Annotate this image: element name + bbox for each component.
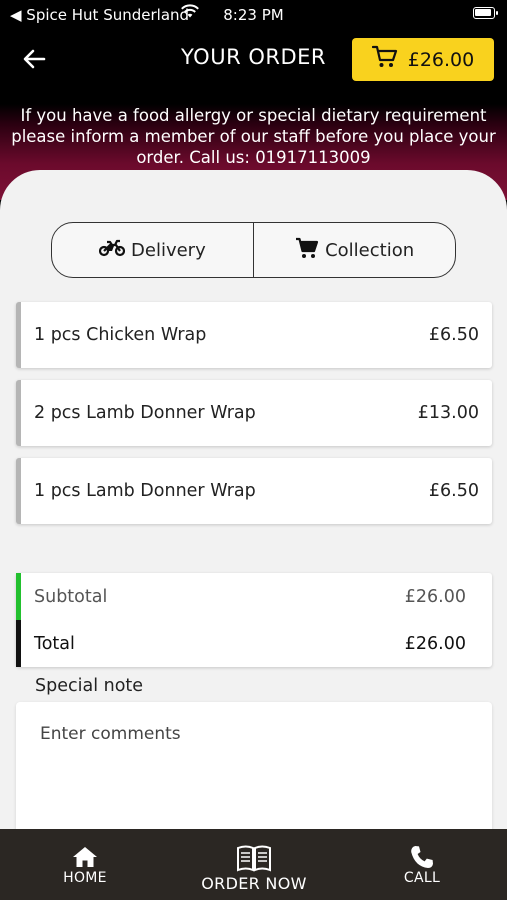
subtotal-value: £26.00	[404, 586, 466, 607]
allergy-notice: If you have a food allergy or special di…	[11, 106, 496, 167]
tab-call-label: CALL	[403, 870, 441, 886]
book-icon	[236, 844, 272, 872]
cart-icon	[371, 45, 398, 74]
bottom-tab-bar: HOME ORDER NOW CALL	[0, 829, 507, 900]
motorbike-icon	[98, 239, 126, 262]
order-totals: Subtotal £26.00 Total £26.00	[16, 573, 492, 667]
cart-total-label: £26.00	[407, 48, 475, 71]
delivery-label: Delivery	[131, 239, 206, 261]
phone-icon	[409, 844, 435, 870]
collection-option[interactable]: Collection	[254, 223, 455, 277]
order-item[interactable]: 1 pcs Chicken Wrap £6.50	[16, 302, 492, 368]
tab-home-label: HOME	[63, 870, 107, 886]
subtotal-label: Subtotal	[34, 586, 108, 607]
order-item[interactable]: 1 pcs Lamb Donner Wrap £6.50	[16, 458, 492, 524]
tab-order-now-label: ORDER NOW	[201, 874, 307, 893]
item-price: £13.00	[417, 403, 479, 423]
collection-label: Collection	[325, 239, 415, 261]
delivery-option[interactable]: Delivery	[52, 223, 253, 277]
cart-icon	[295, 237, 319, 264]
item-price: £6.50	[428, 325, 479, 345]
status-time: 8:23 PM	[223, 6, 284, 24]
order-item[interactable]: 2 pcs Lamb Donner Wrap £13.00	[16, 380, 492, 446]
tab-call[interactable]: CALL	[392, 829, 452, 900]
order-panel: Delivery Collection 1 pcs Chicken Wrap £…	[0, 170, 507, 870]
status-bar: ◀ Spice Hut Sunderland 8:23 PM	[0, 0, 507, 30]
tab-home[interactable]: HOME	[56, 829, 114, 900]
order-type-toggle: Delivery Collection	[51, 222, 456, 278]
tab-order-now[interactable]: ORDER NOW	[194, 829, 314, 900]
item-name: 1 pcs Lamb Donner Wrap	[34, 481, 256, 501]
cart-total-button[interactable]: £26.00	[352, 38, 494, 81]
total-row: Total £26.00	[16, 620, 492, 667]
home-icon	[72, 846, 98, 870]
special-note-label: Special note	[35, 676, 144, 696]
item-name: 2 pcs Lamb Donner Wrap	[34, 403, 256, 423]
battery-icon	[473, 7, 498, 19]
subtotal-row: Subtotal £26.00	[16, 573, 492, 620]
total-label: Total	[34, 633, 75, 654]
item-price: £6.50	[428, 481, 479, 501]
item-name: 1 pcs Chicken Wrap	[34, 325, 207, 345]
total-value: £26.00	[404, 633, 466, 654]
